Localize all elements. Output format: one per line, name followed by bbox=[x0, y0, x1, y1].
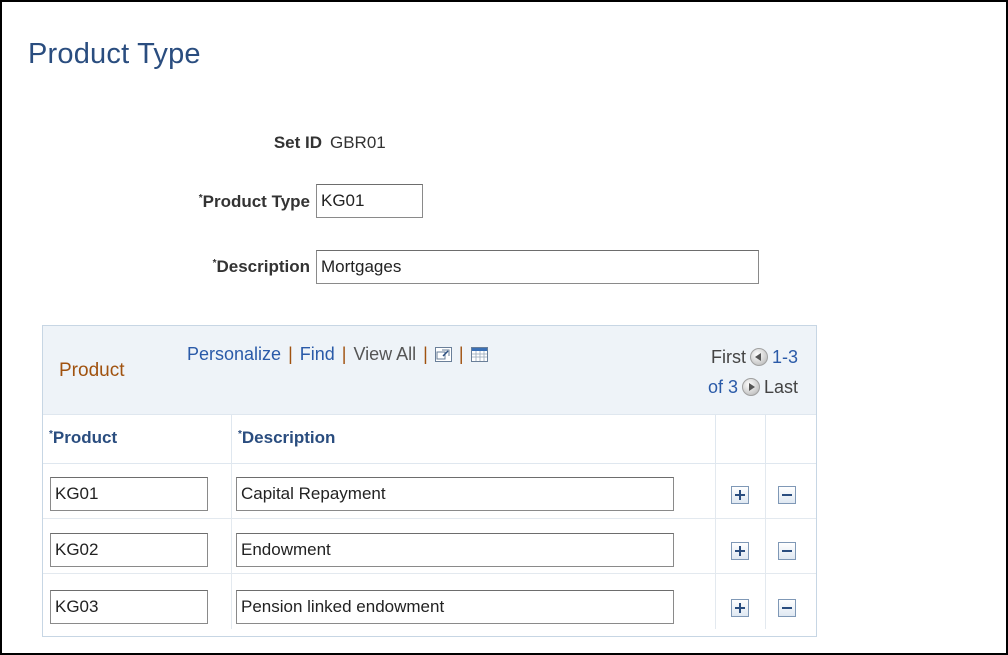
minus-icon[interactable] bbox=[778, 599, 796, 617]
column-header-product-text: Product bbox=[52, 428, 118, 447]
nav-separator: | bbox=[458, 344, 464, 364]
plus-icon[interactable] bbox=[731, 486, 749, 504]
description-label-text: Description bbox=[216, 257, 310, 276]
view-all-link[interactable]: View All bbox=[353, 344, 416, 364]
plus-icon[interactable] bbox=[731, 542, 749, 560]
product-description-input[interactable] bbox=[236, 533, 674, 567]
spreadsheet-icon[interactable] bbox=[470, 347, 488, 362]
personalize-link[interactable]: Personalize bbox=[187, 344, 281, 364]
grid-pager: First 1-3 of 3 Last bbox=[708, 342, 798, 402]
nav-separator: | bbox=[423, 344, 428, 364]
description-label: *Description bbox=[140, 257, 310, 277]
setid-value: GBR01 bbox=[330, 133, 386, 152]
next-circle-icon[interactable] bbox=[741, 378, 760, 396]
product-type-label: *Product Type bbox=[120, 192, 310, 212]
column-header-add bbox=[716, 414, 766, 464]
product-grid: Product Personalize | Find | View All | | bbox=[42, 325, 817, 637]
find-link[interactable]: Find bbox=[300, 344, 335, 364]
minus-icon[interactable] bbox=[778, 486, 796, 504]
previous-circle-icon[interactable] bbox=[749, 348, 768, 366]
plus-icon[interactable] bbox=[731, 599, 749, 617]
minus-icon[interactable] bbox=[778, 542, 796, 560]
column-header-description-text: Description bbox=[241, 428, 336, 447]
product-type-label-text: Product Type bbox=[202, 192, 310, 211]
product-description-input[interactable] bbox=[236, 477, 674, 511]
grid-title: Product bbox=[59, 360, 125, 381]
column-header-delete bbox=[766, 414, 816, 464]
product-description-input[interactable] bbox=[236, 590, 674, 624]
page-title: Product Type bbox=[28, 38, 201, 70]
product-code-input[interactable] bbox=[50, 533, 208, 567]
description-input[interactable] bbox=[316, 250, 759, 284]
column-header-description[interactable]: *Description bbox=[232, 414, 716, 464]
nav-separator: | bbox=[288, 344, 293, 364]
product-code-input[interactable] bbox=[50, 590, 208, 624]
product-type-input[interactable] bbox=[316, 184, 423, 218]
column-header-product[interactable]: *Product bbox=[43, 414, 232, 464]
product-code-input[interactable] bbox=[50, 477, 208, 511]
setid-label: Set ID bbox=[273, 133, 322, 152]
first-label: First bbox=[710, 347, 746, 367]
row-count: of 3 bbox=[707, 377, 738, 397]
grid-nav: Personalize | Find | View All | | bbox=[187, 344, 488, 365]
new-window-icon[interactable] bbox=[434, 347, 452, 362]
nav-separator: | bbox=[341, 344, 347, 364]
last-label: Last bbox=[763, 377, 798, 397]
grid-header: Product Personalize | Find | View All | | bbox=[43, 326, 816, 415]
row-range: 1-3 bbox=[771, 347, 798, 367]
